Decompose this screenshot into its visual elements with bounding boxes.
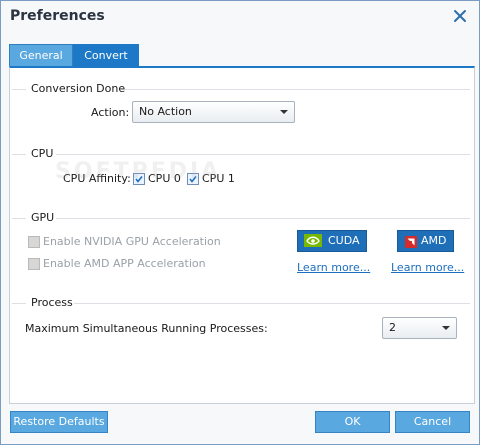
- amd-app-checkbox[interactable]: [28, 258, 40, 270]
- tab-general[interactable]: General: [9, 44, 73, 67]
- preferences-window: Preferences General Convert Conversion D…: [0, 0, 480, 445]
- cpu-divider: [10, 154, 474, 155]
- conversion-done-title: Conversion Done: [31, 82, 126, 95]
- max-processes-dropdown[interactable]: 2: [382, 317, 457, 339]
- max-processes-label: Maximum Simultaneous Running Processes:: [25, 322, 268, 335]
- nvidia-label: Enable NVIDIA GPU Acceleration: [43, 235, 221, 248]
- nvidia-checkbox[interactable]: [28, 236, 40, 248]
- process-title: Process: [31, 296, 73, 309]
- amd-app-label: Enable AMD APP Acceleration: [43, 257, 206, 270]
- close-icon[interactable]: [451, 7, 469, 25]
- chevron-down-icon: [442, 326, 450, 330]
- gpu-title: GPU: [31, 211, 55, 224]
- chevron-down-icon: [280, 110, 288, 114]
- amd-learn-more-link[interactable]: Learn more...: [391, 261, 464, 274]
- cuda-button[interactable]: CUDA: [297, 230, 367, 252]
- watermark-logo: SOFTPEDIA: [55, 159, 222, 184]
- window-title: Preferences: [10, 8, 105, 24]
- amd-button[interactable]: AMD: [397, 230, 454, 252]
- cpu-title: CPU: [31, 147, 54, 160]
- process-divider: [10, 303, 474, 304]
- cuda-label: CUDA: [328, 234, 360, 247]
- action-value: No Action: [139, 105, 192, 118]
- amd-logo-icon: [405, 235, 417, 248]
- restore-defaults-button[interactable]: Restore Defaults: [10, 411, 108, 433]
- amd-label: AMD: [421, 234, 447, 247]
- action-dropdown[interactable]: No Action: [132, 101, 295, 123]
- action-label: Action:: [91, 106, 130, 119]
- title-bar: Preferences: [1, 1, 479, 33]
- cuda-learn-more-link[interactable]: Learn more...: [297, 261, 370, 274]
- cancel-button[interactable]: Cancel: [395, 411, 470, 433]
- ok-button[interactable]: OK: [315, 411, 390, 433]
- gpu-divider: [10, 218, 474, 219]
- tab-convert[interactable]: Convert: [73, 44, 139, 67]
- convert-panel: Conversion Done Action: No Action CPU CP…: [9, 66, 475, 404]
- max-processes-value: 2: [389, 321, 396, 334]
- nvidia-logo-icon: [304, 234, 322, 247]
